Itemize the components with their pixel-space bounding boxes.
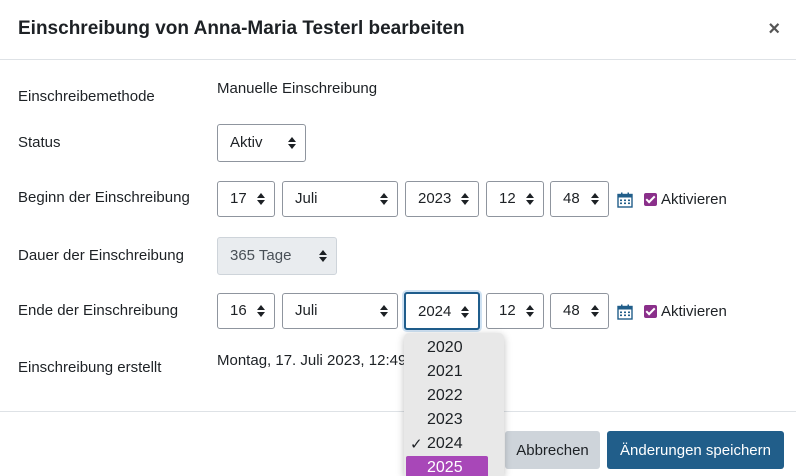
chevron-updown-icon	[461, 304, 469, 320]
end-year-value: 2024	[418, 303, 452, 320]
start-month-value: Juli	[295, 190, 318, 207]
year-option-selected[interactable]: ✓ 2024	[404, 432, 504, 456]
year-option[interactable]: 2020	[404, 336, 504, 360]
end-enable-checkbox[interactable]: Aktivieren	[644, 303, 727, 320]
end-month-value: Juli	[295, 302, 318, 319]
year-dropdown-list[interactable]: 2020 2021 2022 2023 ✓ 2024 2025	[404, 333, 504, 476]
end-month-select[interactable]: Juli	[282, 293, 398, 329]
start-label: Beginn der Einschreibung	[18, 189, 190, 206]
start-minute-select[interactable]: 48	[550, 181, 609, 217]
status-select-value: Aktiv	[230, 134, 263, 151]
checkmark-icon: ✓	[410, 436, 423, 453]
end-year-select[interactable]: 2024	[404, 292, 480, 330]
duration-select: 365 Tage	[217, 237, 337, 275]
year-option[interactable]: 2023	[404, 408, 504, 432]
chevron-updown-icon	[380, 191, 388, 207]
modal-header: Einschreibung von Anna-Maria Testerl bea…	[0, 0, 796, 60]
end-minute-select[interactable]: 48	[550, 293, 609, 329]
start-day-value: 17	[230, 190, 247, 207]
checkmark-icon	[644, 305, 657, 318]
chevron-updown-icon	[591, 191, 599, 207]
start-year-select[interactable]: 2023	[405, 181, 479, 217]
modal-footer: Abbrechen Änderungen speichern	[0, 411, 796, 476]
chevron-updown-icon	[288, 135, 296, 151]
duration-label: Dauer der Einschreibung	[18, 247, 184, 264]
year-option[interactable]: 2022	[404, 384, 504, 408]
close-icon[interactable]: ×	[768, 18, 780, 40]
created-value: Montag, 17. Juli 2023, 12:49	[217, 352, 407, 369]
chevron-updown-icon	[526, 303, 534, 319]
start-month-select[interactable]: Juli	[282, 181, 398, 217]
chevron-updown-icon	[319, 248, 327, 264]
start-enable-checkbox[interactable]: Aktivieren	[644, 191, 727, 208]
duration-select-value: 365 Tage	[230, 247, 292, 264]
start-day-select[interactable]: 17	[217, 181, 275, 217]
chevron-updown-icon	[257, 303, 265, 319]
end-hour-value: 12	[499, 302, 516, 319]
start-hour-value: 12	[499, 190, 516, 207]
chevron-updown-icon	[591, 303, 599, 319]
start-minute-value: 48	[563, 190, 580, 207]
chevron-updown-icon	[257, 191, 265, 207]
chevron-updown-icon	[380, 303, 388, 319]
cancel-button[interactable]: Abbrechen	[505, 431, 600, 469]
start-enable-label: Aktivieren	[661, 191, 727, 208]
start-year-value: 2023	[418, 190, 452, 207]
end-enable-label: Aktivieren	[661, 303, 727, 320]
end-label: Ende der Einschreibung	[18, 302, 179, 319]
start-hour-select[interactable]: 12	[486, 181, 544, 217]
checkmark-icon	[644, 193, 657, 206]
year-option[interactable]: 2021	[404, 360, 504, 384]
chevron-updown-icon	[526, 191, 534, 207]
method-label: Einschreibemethode	[18, 88, 155, 105]
dialog-title: Einschreibung von Anna-Maria Testerl bea…	[18, 18, 465, 39]
status-select[interactable]: Aktiv	[217, 124, 306, 162]
save-button[interactable]: Änderungen speichern	[607, 431, 784, 469]
end-day-value: 16	[230, 302, 247, 319]
calendar-icon[interactable]	[617, 304, 633, 320]
end-day-select[interactable]: 16	[217, 293, 275, 329]
chevron-updown-icon	[461, 191, 469, 207]
method-value: Manuelle Einschreibung	[217, 80, 378, 97]
year-option-highlighted[interactable]: 2025	[406, 456, 488, 476]
end-hour-select[interactable]: 12	[486, 293, 544, 329]
calendar-icon[interactable]	[617, 192, 633, 208]
status-label: Status	[18, 134, 61, 151]
end-minute-value: 48	[563, 302, 580, 319]
created-label: Einschreibung erstellt	[18, 359, 162, 376]
